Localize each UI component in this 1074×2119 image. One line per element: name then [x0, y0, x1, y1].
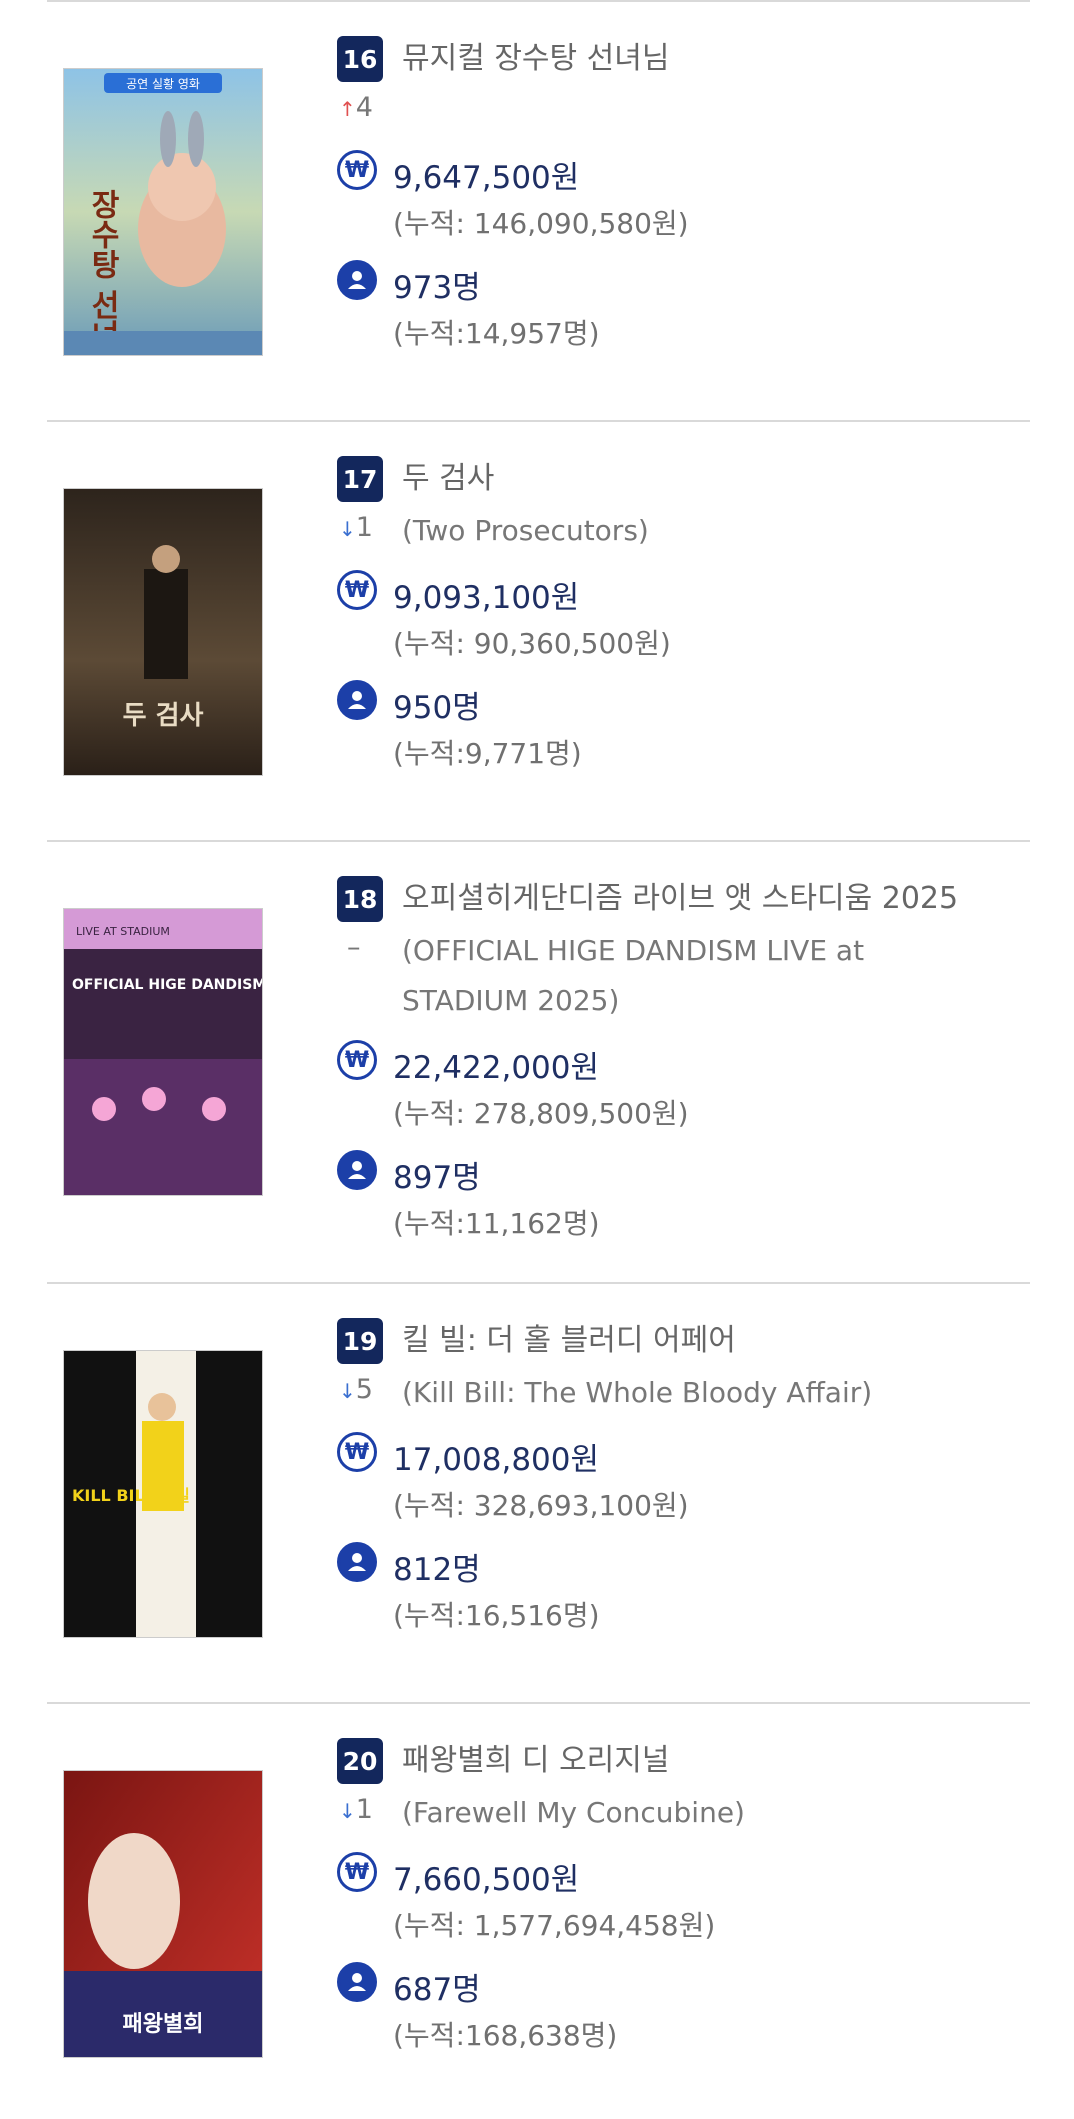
- poster-text: KILL BILL 킬빌: [72, 1486, 190, 1505]
- box-office-list: 공연 실황 영화 장수탕 선녀님 16 뮤지컬 장수탕 선녀님 ↑4 ₩ 9,6…: [0, 0, 1074, 2117]
- movie-subtitle: (Kill Bill: The Whole Bloody Affair): [402, 1376, 873, 1409]
- movie-poster[interactable]: 두 검사: [63, 488, 263, 776]
- rank-badge: 19: [337, 1318, 383, 1364]
- poster-text: 장수탕 선녀님: [85, 189, 120, 355]
- arrow-down-icon: ↓: [339, 1379, 356, 1403]
- movie-title[interactable]: 패왕별희 디 오리지널: [402, 1736, 669, 1786]
- rank-badge: 16: [337, 36, 383, 82]
- movie-title[interactable]: 뮤지컬 장수탕 선녀님: [402, 34, 669, 84]
- rank-change-value: –: [347, 932, 361, 963]
- movie-poster[interactable]: LIVE AT STADIUM OFFICIAL HIGE DANDISM: [63, 908, 263, 1196]
- rank-change: ↓1: [339, 1794, 373, 1825]
- user-circle-icon: [337, 1150, 377, 1190]
- poster-text: 두 검사: [123, 701, 204, 731]
- sales-value: 22,422,000원: [393, 1050, 600, 1086]
- rank-change: ↓1: [339, 512, 373, 543]
- movie-poster[interactable]: 공연 실황 영화 장수탕 선녀님: [63, 68, 263, 356]
- list-item[interactable]: KILL BILL 킬빌 19 킬 빌: 더 홀 블러디 어페어 ↓5 (Kil…: [47, 1282, 1030, 1704]
- movie-subtitle: (OFFICIAL HIGE DANDISM LIVE at STADIUM 2…: [402, 934, 865, 1017]
- movie-poster[interactable]: 패왕별희: [63, 1770, 263, 2058]
- audience-value: 812명: [393, 1552, 481, 1588]
- user-circle-icon: [337, 1542, 377, 1582]
- poster-text: 패왕별희: [123, 2012, 204, 2037]
- rank-change: ↓5: [339, 1374, 373, 1405]
- won-coin-icon: ₩: [337, 150, 377, 190]
- rank-change: ↑4: [339, 92, 373, 123]
- won-coin-icon: ₩: [337, 1852, 377, 1892]
- list-item[interactable]: LIVE AT STADIUM OFFICIAL HIGE DANDISM 18…: [47, 840, 1030, 1284]
- audience-value: 897명: [393, 1160, 481, 1196]
- movie-title[interactable]: 킬 빌: 더 홀 블러디 어페어: [402, 1316, 736, 1366]
- rank-change-value: 1: [355, 1794, 373, 1825]
- audience-cumulative: (누적:14,957명): [393, 317, 600, 350]
- sales-cumulative: (누적: 1,577,694,458원): [393, 1909, 716, 1942]
- sales-cumulative: (누적: 146,090,580원): [393, 207, 689, 240]
- audience-cumulative: (누적:168,638명): [393, 2019, 618, 2052]
- list-item[interactable]: 두 검사 17 두 검사 ↓1 (Two Prosecutors) ₩ 9,09…: [47, 420, 1030, 842]
- audience-cumulative: (누적:16,516명): [393, 1599, 600, 1632]
- rank-badge: 18: [337, 876, 383, 922]
- arrow-down-icon: ↓: [339, 1799, 356, 1823]
- sales-cumulative: (누적: 328,693,100원): [393, 1489, 689, 1522]
- sales-value: 9,093,100원: [393, 580, 580, 616]
- rank-change-value: 1: [355, 512, 373, 543]
- won-coin-icon: ₩: [337, 1040, 377, 1080]
- audience-value: 687명: [393, 1972, 481, 2008]
- movie-subtitle: (Farewell My Concubine): [402, 1796, 745, 1829]
- won-coin-icon: ₩: [337, 1432, 377, 1472]
- sales-value: 17,008,800원: [393, 1442, 600, 1478]
- arrow-up-icon: ↑: [339, 97, 356, 121]
- movie-title[interactable]: 두 검사: [402, 454, 494, 504]
- sales-cumulative: (누적: 90,360,500원): [393, 627, 671, 660]
- poster-text: 공연 실황 영화: [126, 77, 200, 91]
- movie-poster[interactable]: KILL BILL 킬빌: [63, 1350, 263, 1638]
- rank-badge: 17: [337, 456, 383, 502]
- sales-value: 7,660,500원: [393, 1862, 580, 1898]
- arrow-down-icon: ↓: [339, 517, 356, 541]
- user-circle-icon: [337, 1962, 377, 2002]
- won-coin-icon: ₩: [337, 570, 377, 610]
- poster-text: OFFICIAL HIGE DANDISM: [72, 977, 262, 993]
- list-item[interactable]: 공연 실황 영화 장수탕 선녀님 16 뮤지컬 장수탕 선녀님 ↑4 ₩ 9,6…: [47, 0, 1030, 422]
- movie-subtitle: (Two Prosecutors): [402, 514, 649, 547]
- user-circle-icon: [337, 680, 377, 720]
- rank-badge: 20: [337, 1738, 383, 1784]
- sales-cumulative: (누적: 278,809,500원): [393, 1097, 689, 1130]
- movie-title[interactable]: 오피셜히게단디즘 라이브 앳 스타디움 2025: [402, 874, 958, 924]
- audience-cumulative: (누적:11,162명): [393, 1207, 600, 1240]
- rank-change-value: 5: [355, 1374, 373, 1405]
- sales-value: 9,647,500원: [393, 160, 580, 196]
- poster-text: LIVE AT STADIUM: [76, 925, 170, 938]
- rank-change-value: 4: [355, 92, 373, 123]
- audience-value: 973명: [393, 270, 481, 306]
- user-circle-icon: [337, 260, 377, 300]
- audience-value: 950명: [393, 690, 481, 726]
- list-item[interactable]: 패왕별희 20 패왕별희 디 오리지널 ↓1 (Farewell My Conc…: [47, 1702, 1030, 2119]
- rank-change: –: [347, 932, 361, 963]
- audience-cumulative: (누적:9,771명): [393, 737, 582, 770]
